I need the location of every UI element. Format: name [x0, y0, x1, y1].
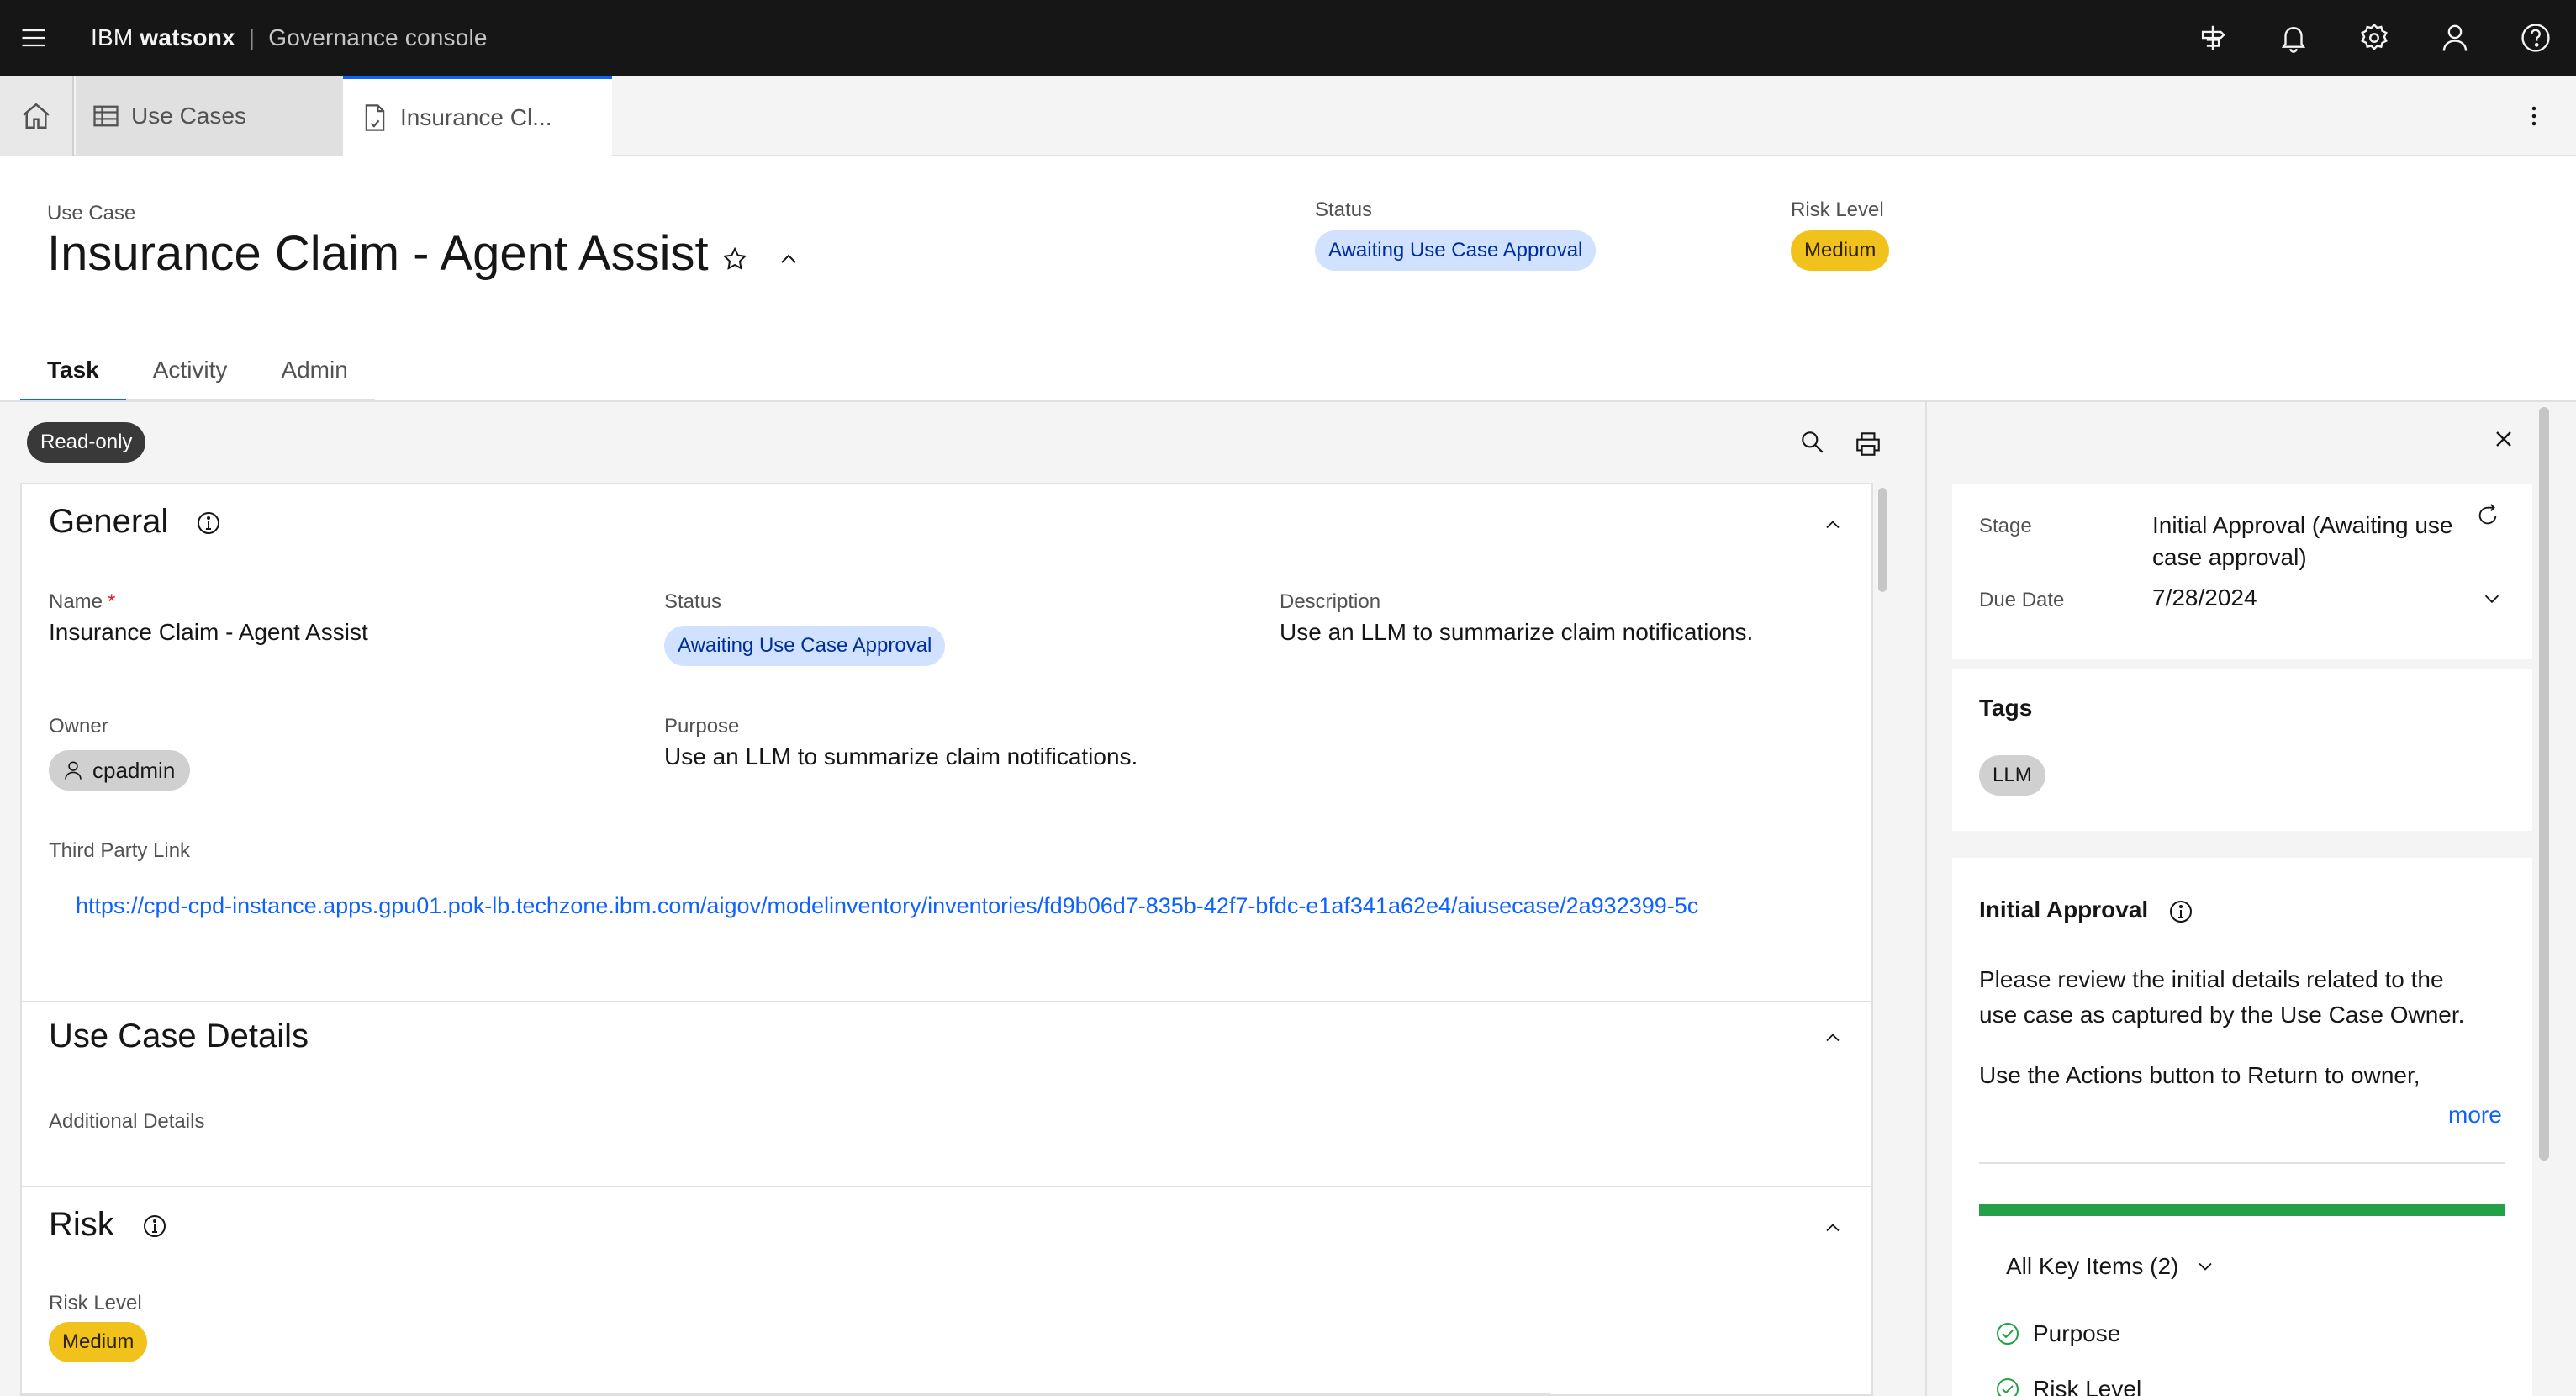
collapse-risk-chevron-icon[interactable] — [1818, 1213, 1848, 1243]
status-badge: Awaiting Use Case Approval — [664, 626, 946, 666]
more-link[interactable]: more — [2448, 1102, 2502, 1129]
top-navigation-bar: IBM watsonx | Governance console — [0, 0, 2576, 76]
stage-value: Initial Approval (Awaiting use case appr… — [2152, 512, 2453, 570]
header-risk-badge: Medium — [1791, 230, 1890, 271]
chevron-down-icon[interactable] — [2477, 584, 2507, 614]
additional-details-label: Additional Details — [49, 1110, 205, 1133]
owner-name: cpadmin — [92, 757, 176, 783]
section-title-use-case-details: Use Case Details — [49, 1018, 309, 1055]
name-label: Name * — [49, 590, 116, 613]
description-value: Use an LLM to summarize claim notificati… — [1280, 619, 1754, 645]
side-panel-scrollbar[interactable] — [2536, 404, 2551, 1396]
tab-label: Use Cases — [131, 103, 246, 129]
horizontal-scrollbar[interactable] — [20, 1393, 1550, 1396]
menu-icon[interactable] — [0, 0, 67, 76]
tab-task[interactable]: Task — [20, 341, 126, 402]
product-name[interactable]: IBM watsonx | Governance console — [91, 24, 488, 51]
collapse-header-chevron-icon[interactable] — [770, 241, 807, 278]
checkmark-outline-icon — [1997, 1378, 2019, 1396]
tags-card: Tags LLM — [1952, 669, 2532, 831]
status-label: Status — [664, 590, 722, 613]
object-type-label: Use Case — [47, 202, 136, 225]
header-status-label: Status — [1315, 198, 1373, 221]
description-label: Description — [1280, 590, 1381, 613]
divider — [1979, 1162, 2505, 1164]
collapse-details-chevron-icon[interactable] — [1818, 1023, 1848, 1053]
third-party-link[interactable]: https://cpd-cpd-instance.apps.gpu01.pok-… — [76, 893, 1698, 919]
brand-app: Governance console — [268, 24, 488, 50]
form-card: General Name * Insurance Claim - Agent As… — [20, 483, 1873, 1396]
section-risk: Risk Risk Level Medium — [22, 1187, 1871, 1394]
header-status-badge: Awaiting Use Case Approval — [1315, 230, 1597, 271]
brand-ibm: IBM — [91, 24, 134, 50]
approval-description: Please review the initial details relate… — [1979, 966, 2465, 1028]
section-title-risk: Risk — [49, 1206, 114, 1243]
header-risk-label: Risk Level — [1791, 198, 1884, 221]
close-icon[interactable] — [2485, 420, 2522, 457]
risk-level-badge: Medium — [49, 1322, 148, 1362]
collapse-general-chevron-icon[interactable] — [1818, 510, 1848, 540]
tab-label: Insurance Cl... — [400, 104, 552, 130]
print-icon[interactable] — [1850, 426, 1887, 463]
table-icon — [93, 105, 119, 127]
document-icon — [365, 104, 385, 131]
read-only-badge: Read-only — [27, 422, 146, 463]
user-icon — [65, 761, 82, 780]
due-date-label: Due Date — [1979, 589, 2065, 611]
home-tab[interactable] — [0, 76, 74, 156]
overflow-menu-icon[interactable] — [2509, 76, 2559, 156]
form-scrollbar[interactable] — [1877, 484, 1888, 1396]
chevron-down-icon — [2199, 1262, 2213, 1271]
owner-chip[interactable]: cpadmin — [49, 750, 191, 791]
section-title-general: General — [49, 503, 169, 540]
search-icon[interactable] — [1794, 424, 1831, 461]
owner-label: Owner — [49, 715, 108, 738]
key-item-purpose[interactable]: Purpose — [1994, 1320, 2120, 1347]
tags-title: Tags — [1979, 695, 2033, 721]
risk-level-label: Risk Level — [49, 1292, 142, 1314]
due-date-value: 7/28/2024 — [2152, 584, 2257, 611]
home-icon — [23, 103, 50, 129]
page-title: Insurance Claim - Agent Assist — [47, 226, 709, 281]
required-marker: * — [108, 590, 116, 613]
key-item-risk-level[interactable]: Risk Level — [1994, 1376, 2141, 1396]
section-general: General Name * Insurance Claim - Agent As… — [22, 484, 1871, 1002]
workspace-tab-strip: Use Cases Insurance Cl... — [0, 76, 2576, 156]
stage-card: Stage Initial Approval (Awaiting use cas… — [1952, 484, 2532, 659]
purpose-label: Purpose — [664, 715, 740, 738]
notification-icon[interactable] — [2253, 0, 2334, 76]
all-key-items-dropdown[interactable]: All Key Items (2) — [2006, 1253, 2217, 1280]
name-value: Insurance Claim - Agent Assist — [49, 619, 368, 645]
tag-llm[interactable]: LLM — [1979, 755, 2045, 796]
launch-icon[interactable] — [2172, 0, 2253, 76]
refresh-icon[interactable] — [2473, 501, 2502, 530]
purpose-value: Use an LLM to summarize claim notificati… — [664, 743, 1138, 769]
info-icon[interactable] — [2167, 898, 2194, 925]
third-party-link-label: Third Party Link — [49, 839, 191, 862]
tab-use-cases[interactable]: Use Cases — [76, 76, 343, 156]
tab-admin[interactable]: Admin — [254, 341, 375, 402]
brand-separator: | — [248, 24, 256, 50]
help-icon[interactable] — [2495, 0, 2576, 76]
approval-card: Initial Approval Please review the initi… — [1952, 858, 2532, 1396]
main-tabs: Task Activity Admin — [20, 341, 375, 402]
settings-icon[interactable] — [2334, 0, 2415, 76]
section-use-case-details: Use Case Details Additional Details — [22, 1002, 1871, 1187]
favorite-star-icon[interactable] — [716, 241, 753, 278]
checkmark-outline-icon — [1997, 1323, 2019, 1345]
user-icon[interactable] — [2415, 0, 2495, 76]
key-items-progress-bar — [1979, 1204, 2505, 1216]
tab-activity[interactable]: Activity — [125, 341, 255, 402]
scrollbar-thumb[interactable] — [1878, 488, 1887, 592]
tab-insurance-claim[interactable]: Insurance Cl... — [343, 76, 612, 156]
approval-instructions: Use the Actions button to Return to owne… — [1979, 1062, 2420, 1088]
stage-label: Stage — [1979, 515, 2032, 537]
info-icon[interactable] — [141, 1213, 168, 1240]
brand-product: watsonx — [140, 24, 235, 50]
scrollbar-thumb[interactable] — [2539, 407, 2549, 1161]
info-icon[interactable] — [195, 510, 222, 537]
approval-title: Initial Approval — [1979, 896, 2149, 923]
